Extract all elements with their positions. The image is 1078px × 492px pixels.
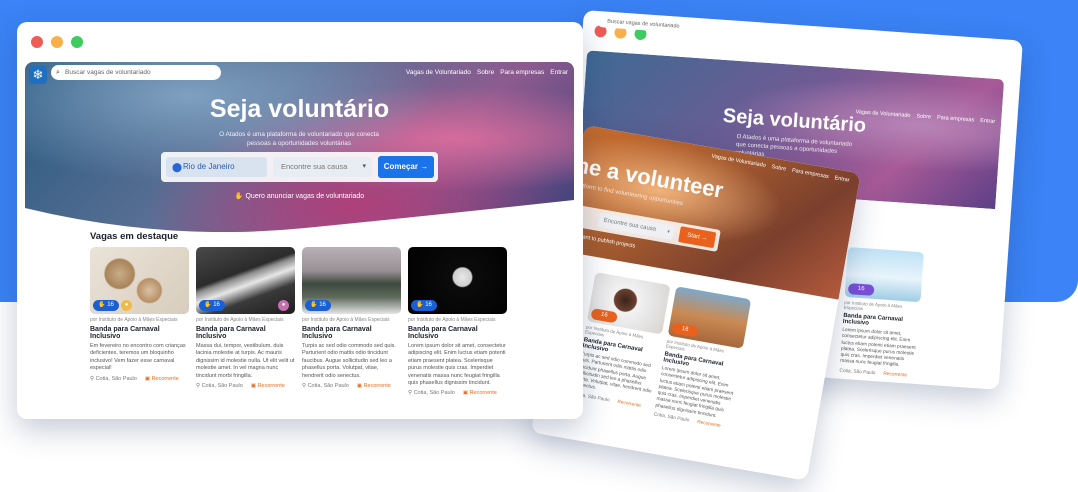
card-image: 16: [667, 286, 752, 349]
card-image: ✋ 16 ●: [196, 247, 295, 314]
card-image: 16: [586, 272, 671, 335]
volunteers-badge: ✋ 16: [93, 300, 119, 311]
volunteers-badge: 16: [671, 322, 699, 338]
nav-link-sobre[interactable]: Sobre: [916, 113, 931, 120]
nav-link-sobre[interactable]: Sobre: [477, 69, 494, 76]
card-recurrence: ▣ Recorrente: [250, 383, 285, 390]
card-description: Turpis ac sed odio commodo sed quis. Par…: [302, 343, 396, 379]
search-icon: ⌕: [56, 69, 60, 76]
chevron-down-icon: ▾: [666, 228, 671, 236]
card-recurrence: ▣ Recorrente: [462, 390, 497, 397]
volunteers-badge: ✋ 16: [411, 300, 437, 311]
card-location: ⚲ Cotia, São Paulo: [408, 390, 455, 397]
stage: Buscar vagas de voluntariado Vagas de Vo…: [0, 0, 1078, 492]
card-title[interactable]: Banda para Carnaval Inclusivo: [408, 326, 507, 340]
featured-cards: ✋ 16 ● por Instituto de Apoio à Mães Esp…: [90, 247, 507, 396]
cause-select[interactable]: Encontre sua causa ▾: [597, 212, 675, 240]
card-meta: ⚲ Cotia, São Paulo ▣ Recorrente: [302, 383, 401, 389]
back-card[interactable]: 16 por Instituto de Apoio à Mães Especia…: [839, 247, 924, 379]
hero-search-bar: ⬤ Rio de Janeiro Encontre sua causa ▾ Co…: [161, 152, 438, 182]
card-title[interactable]: Banda para Carnaval Inclusivo: [302, 326, 401, 340]
back-nav: Vagas de Voluntariado Sobre Para empresa…: [855, 109, 995, 125]
hero-banner: ❄ ⌕ Buscar vagas de voluntariado Vagas d…: [25, 62, 574, 232]
hero-wave: [25, 200, 574, 232]
card-description: Lorem ipsum dolor sit amet, consectetur …: [839, 327, 916, 369]
chevron-down-icon: ▾: [362, 163, 366, 170]
cause-badge-icon: ●: [121, 300, 132, 311]
card-org[interactable]: por Instituto de Apoio à Mães Especiais: [90, 317, 189, 323]
window-controls: [31, 36, 83, 48]
card-image: ✋ 16 ●: [90, 247, 189, 314]
nav-link-entrar[interactable]: Entrar: [834, 175, 850, 184]
card-recurrence: ▣ Recorrente: [144, 375, 179, 382]
card-image: ✋ 16: [302, 247, 401, 314]
cause-select[interactable]: Encontre sua causa ▾: [273, 157, 372, 177]
card-location: ⚲ Cotia, São Paulo: [302, 383, 349, 390]
card-title[interactable]: Banda para Carnaval Inclusivo: [196, 326, 295, 340]
card-org[interactable]: por Instituto de Apoio à Mães Especiais: [196, 317, 295, 323]
card-meta: ⚲ Cotia, São Paulo ▣ Recorrente: [90, 376, 189, 382]
start-button[interactable]: Começar →: [378, 156, 434, 178]
volunteers-badge: 16: [847, 283, 875, 296]
hero-title: Seja voluntário: [209, 95, 390, 123]
nav-link-empresas[interactable]: Para empresas: [937, 115, 975, 124]
minimize-dot-icon[interactable]: [51, 36, 63, 48]
nav-link-vagas[interactable]: Vagas de Voluntariado: [711, 153, 766, 168]
card-recurrence: ▣ Recorrente: [356, 383, 391, 390]
top-nav: Vagas de Voluntariado Sobre Para empresa…: [406, 69, 568, 76]
hero-subtitle: O Atados é uma plataforma de voluntariad…: [219, 131, 379, 147]
close-dot-icon[interactable]: [31, 36, 43, 48]
logo-icon[interactable]: ❄: [29, 66, 47, 84]
volunteers-badge: 16: [590, 308, 618, 324]
volunteers-badge: ✋ 16: [199, 300, 225, 311]
card-location: Cotia, São Paulo: [839, 368, 876, 376]
card-location: ⚲ Cotia, São Paulo: [196, 383, 243, 390]
card-1[interactable]: ✋ 16 ● por Instituto de Apoio à Mães Esp…: [90, 247, 189, 396]
card-4[interactable]: ✋ 16 por Instituto de Apoio à Mães Espec…: [408, 247, 507, 396]
location-pin-icon: ⬤: [172, 162, 183, 172]
card-image: ✋ 16: [408, 247, 507, 314]
card-recurrence: Recorrente: [696, 420, 721, 430]
card-3[interactable]: ✋ 16 por Instituto de Apoio à Mães Espec…: [302, 247, 401, 396]
card-title[interactable]: Banda para Carnaval Inclusivo: [843, 313, 920, 330]
nav-link-entrar[interactable]: Entrar: [980, 118, 995, 125]
nav-link-sobre[interactable]: Sobre: [771, 164, 787, 172]
card-meta: ⚲ Cotia, São Paulo ▣ Recorrente: [408, 390, 507, 396]
middle-card-1[interactable]: 16 por Instituto de Apoio à Mães Especia…: [574, 272, 671, 410]
card-org[interactable]: por Instituto de Apoio à Mães Especiais: [302, 317, 401, 323]
city-select[interactable]: ⬤ Rio de Janeiro: [166, 157, 267, 177]
nav-link-vagas[interactable]: Vagas de Voluntariado: [406, 69, 471, 76]
card-description: Em fevereiro no encontro com crianças de…: [90, 343, 186, 372]
nav-link-empresas[interactable]: Para empresas: [500, 69, 544, 76]
maximize-dot-icon[interactable]: [71, 36, 83, 48]
card-recurrence: Recorrente: [616, 399, 642, 409]
middle-card-2[interactable]: 16 por Instituto de Apoio à Mães Especia…: [653, 286, 752, 430]
card-meta: ⚲ Cotia, São Paulo ▣ Recorrente: [196, 383, 295, 389]
main-browser-window: ❄ ⌕ Buscar vagas de voluntariado Vagas d…: [17, 22, 583, 419]
middle-search-bar: Encontre sua causa ▾ Start →: [575, 205, 721, 252]
nav-link-empresas[interactable]: Para empresas: [791, 168, 829, 180]
card-location: ⚲ Cotia, São Paulo: [90, 375, 137, 382]
card-description: Lorem ipsum dolor sit amet, consectetur …: [408, 343, 506, 387]
volunteers-badge: ✋ 16: [305, 300, 331, 311]
card-title[interactable]: Banda para Carnaval Inclusivo: [90, 326, 189, 340]
nav-link-entrar[interactable]: Entrar: [550, 69, 568, 76]
cause-badge-icon: ●: [278, 300, 289, 311]
card-description: Massa dui, tempor, vestibulum, duis laci…: [196, 343, 295, 379]
start-button[interactable]: Start →: [678, 226, 717, 249]
search-input[interactable]: ⌕ Buscar vagas de voluntariado: [51, 65, 221, 80]
card-image: 16: [844, 247, 924, 303]
card-org[interactable]: por Instituto de Apoio à Mães Especiais: [408, 317, 507, 323]
card-recurrence: Recorrente: [883, 371, 908, 379]
featured-section-title: Vagas em destaque: [90, 231, 179, 242]
card-2[interactable]: ✋ 16 ● por Instituto de Apoio à Mães Esp…: [196, 247, 295, 396]
